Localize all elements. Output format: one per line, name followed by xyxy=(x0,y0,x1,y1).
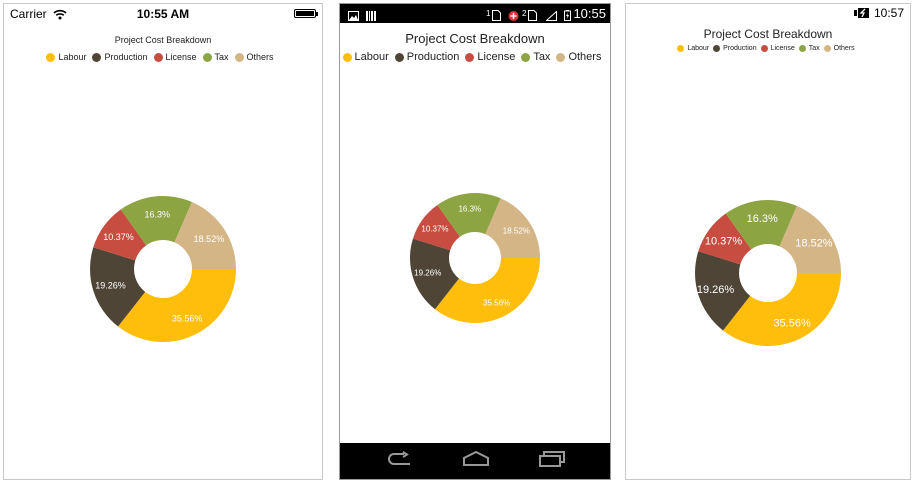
legend-item-production: Production xyxy=(394,51,460,63)
battery-icon xyxy=(294,9,318,18)
android-nav-bar xyxy=(340,443,610,479)
legend-item-others: Others xyxy=(556,51,601,63)
data-label-license: 10.37% xyxy=(705,236,743,248)
legend-swatch xyxy=(234,52,244,62)
donut-chart: 35.56% 19.26% 10.37% 16.3% 18.52% xyxy=(695,199,841,346)
legend-swatch xyxy=(823,45,831,52)
legend-item-labour: Labour xyxy=(677,45,709,52)
legend-label: License xyxy=(770,45,795,52)
battery-charging-icon xyxy=(854,6,870,24)
legend-swatch xyxy=(521,52,531,62)
barcode-notification-icon xyxy=(366,8,376,26)
windows-phone-frame: 10:57 Project Cost Breakdown Labour Produ… xyxy=(625,3,911,480)
data-label-tax: 16.3% xyxy=(144,209,170,219)
legend-swatch xyxy=(92,52,102,62)
legend-swatch xyxy=(713,45,721,52)
recent-apps-button[interactable] xyxy=(538,451,566,472)
android-phone-frame: 1 2 10:55 Project Cost Breakdown Labour P… xyxy=(339,3,611,480)
legend-swatch xyxy=(798,45,806,52)
legend-item-license: License xyxy=(153,52,197,62)
signal-icon xyxy=(545,8,557,26)
legend-label: Tax xyxy=(214,52,229,62)
legend-swatch xyxy=(760,45,768,52)
data-label-license: 10.37% xyxy=(103,232,134,242)
android-status-bar: 1 2 10:55 xyxy=(340,4,610,23)
chart-legend: Labour Production License Tax Others xyxy=(4,52,322,62)
legend-swatch xyxy=(556,52,566,62)
data-label-tax: 16.3% xyxy=(458,205,481,214)
data-label-tax: 16.3% xyxy=(747,213,778,225)
chart-title: Project Cost Breakdown xyxy=(703,27,833,41)
home-button[interactable] xyxy=(462,450,490,472)
sim2-label: 2 xyxy=(522,9,527,18)
legend-item-others: Others xyxy=(234,52,274,62)
legend-label: Labour xyxy=(58,52,87,62)
legend-item-tax: Tax xyxy=(521,51,550,63)
status-time: 10:57 xyxy=(873,6,904,20)
legend-swatch xyxy=(465,52,475,62)
status-time: 10:55 AM xyxy=(136,7,190,21)
legend-label: License xyxy=(477,51,516,63)
legend-swatch xyxy=(342,52,352,62)
legend-label: Tax xyxy=(533,51,551,63)
sim2-icon xyxy=(528,8,537,26)
chart-legend: Labour Production License Tax Others xyxy=(626,45,910,52)
back-button[interactable] xyxy=(386,451,412,472)
legend-item-labour: Labour xyxy=(46,52,86,62)
data-label-others: 18.52% xyxy=(194,234,225,244)
legend-item-license: License xyxy=(760,45,795,52)
donut-chart: 35.56% 19.26% 10.37% 16.3% 18.52% xyxy=(89,196,236,342)
legend-label: License xyxy=(165,52,197,62)
legend-label: Others xyxy=(246,52,274,62)
legend-swatch xyxy=(153,52,163,62)
data-label-production: 19.26% xyxy=(414,269,441,278)
legend-swatch xyxy=(46,52,56,62)
legend-swatch xyxy=(677,45,685,52)
legend-item-others: Others xyxy=(823,45,855,52)
legend-swatch xyxy=(394,52,404,62)
chart-legend: Labour Production License Tax Others xyxy=(340,51,610,63)
legend-item-production: Production xyxy=(92,52,148,62)
data-label-license: 10.37% xyxy=(421,225,448,234)
legend-item-labour: Labour xyxy=(342,51,389,63)
legend-item-tax: Tax xyxy=(798,45,820,52)
legend-label: Others xyxy=(568,51,602,63)
data-label-labour: 35.56% xyxy=(172,314,203,324)
image-notification-icon xyxy=(348,8,359,26)
sim1-icon xyxy=(492,8,501,26)
legend-label: Labour xyxy=(354,51,389,63)
chart-title: Project Cost Breakdown xyxy=(405,31,545,46)
ios-phone-frame: Carrier 10:55 AM Project Cost Breakdown … xyxy=(3,3,323,480)
ios-status-bar: Carrier 10:55 AM xyxy=(4,4,322,26)
legend-item-license: License xyxy=(465,51,515,63)
chart-title: Project Cost Breakdown xyxy=(114,35,212,45)
legend-label: Production xyxy=(406,51,460,63)
legend-label: Others xyxy=(833,45,855,52)
windows-status-bar: 10:57 xyxy=(626,4,910,22)
legend-label: Tax xyxy=(808,45,820,52)
data-label-others: 18.52% xyxy=(503,227,530,236)
data-label-labour: 35.56% xyxy=(773,317,811,329)
data-label-production: 19.26% xyxy=(95,281,126,291)
data-label-production: 19.26% xyxy=(697,284,735,296)
legend-item-production: Production xyxy=(713,45,757,52)
sim1-label: 1 xyxy=(486,9,491,18)
data-label-others: 18.52% xyxy=(795,238,833,250)
donut-chart: 35.56% 19.26% 10.37% 16.3% 18.52% xyxy=(410,193,540,323)
legend-swatch xyxy=(202,52,212,62)
legend-label: Production xyxy=(104,52,148,62)
alert-icon xyxy=(508,8,519,26)
legend-label: Labour xyxy=(687,45,710,52)
data-label-labour: 35.56% xyxy=(483,298,510,307)
legend-label: Production xyxy=(723,45,757,52)
status-time: 10:55 xyxy=(573,6,606,21)
battery-icon xyxy=(564,8,571,26)
legend-item-tax: Tax xyxy=(202,52,229,62)
